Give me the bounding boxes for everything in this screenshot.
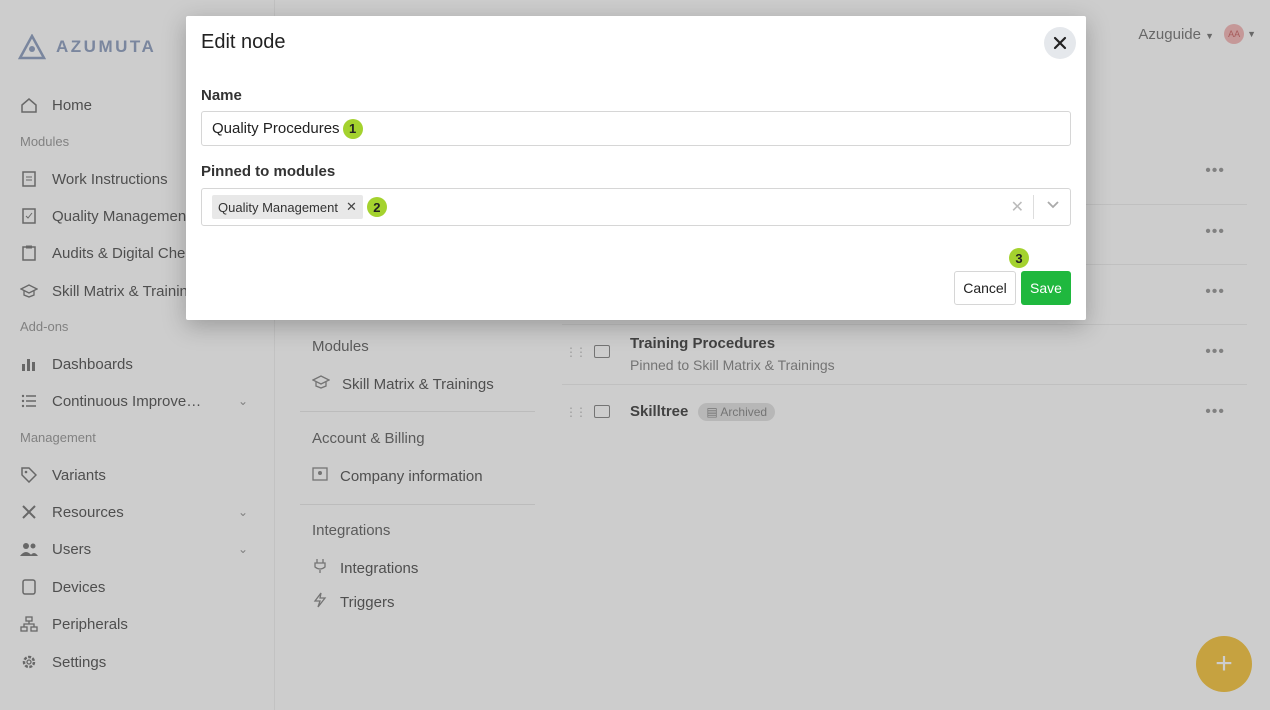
cancel-button[interactable]: Cancel xyxy=(954,271,1016,305)
select-divider xyxy=(1033,195,1034,219)
chevron-down-icon[interactable] xyxy=(1046,197,1060,216)
close-icon xyxy=(1053,36,1067,50)
clear-selection-icon[interactable]: ✕ xyxy=(1011,197,1024,217)
name-input-value: Quality Procedures xyxy=(212,120,340,137)
save-button[interactable]: Save xyxy=(1021,271,1071,305)
name-input[interactable]: Quality Procedures 1 xyxy=(201,111,1071,146)
pinned-modules-select[interactable]: Quality Management ✕ 2 ✕ xyxy=(201,188,1071,226)
pinned-modules-label: Pinned to modules xyxy=(201,163,336,180)
step-badge-2: 2 xyxy=(366,197,387,217)
chip-remove-icon[interactable]: ✕ xyxy=(344,199,363,215)
close-button[interactable] xyxy=(1044,27,1076,59)
edit-node-dialog: Edit node Name Quality Procedures 1 Pinn… xyxy=(186,16,1086,320)
step-badge-1: 1 xyxy=(342,118,363,139)
step-badge-3: 3 xyxy=(1009,248,1029,268)
name-label: Name xyxy=(201,87,242,104)
chip-label: Quality Management xyxy=(218,199,338,215)
dialog-title: Edit node xyxy=(201,31,286,53)
module-chip: Quality Management ✕ xyxy=(212,195,363,219)
